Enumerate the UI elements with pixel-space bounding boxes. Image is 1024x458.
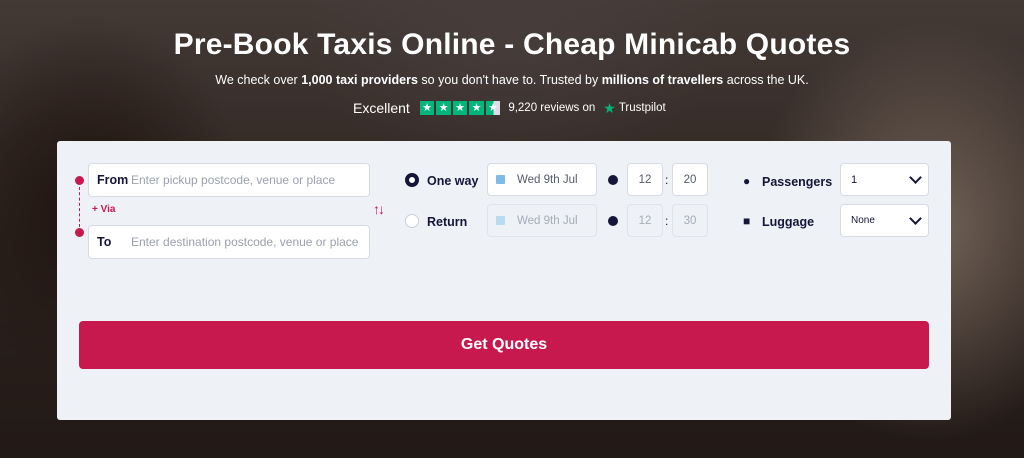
calendar-icon <box>496 216 505 225</box>
page-title: Pre-Book Taxis Online - Cheap Minicab Qu… <box>173 28 851 61</box>
time-separator: : <box>665 173 669 187</box>
to-field[interactable]: To Enter destination postcode, venue or … <box>88 225 370 259</box>
passengers-label: Passengers <box>762 175 833 189</box>
trustpilot-rating-text: Excellent <box>353 100 410 116</box>
calendar-icon <box>496 175 505 184</box>
trustpilot-brand: Trustpilot <box>618 102 666 114</box>
to-label: To <box>97 235 112 249</box>
passengers-select[interactable]: 1 <box>840 163 929 196</box>
booking-form: + Via From Enter pickup postcode, venue … <box>57 141 951 420</box>
from-field[interactable]: From Enter pickup postcode, venue or pla… <box>88 163 370 197</box>
star-icon: ★ <box>469 100 484 116</box>
trustpilot-logo: ★ Trustpilot <box>603 100 665 117</box>
return-hour-select[interactable]: 12 <box>627 204 663 237</box>
outbound-date-picker[interactable]: Wed 9th Jul <box>487 163 597 196</box>
time-separator: : <box>665 214 669 228</box>
outbound-minute-select[interactable]: 20 <box>672 163 708 196</box>
return-label[interactable]: Return <box>427 215 467 229</box>
route-line <box>79 187 80 227</box>
chevron-down-icon <box>909 170 922 184</box>
luggage-label: Luggage <box>762 215 815 229</box>
trustpilot-widget[interactable]: Excellent ★ ★ ★ ★ ★ 9,220 reviews on ★ Tr… <box>353 98 666 118</box>
subtitle-text: so you don't have to. Trusted by <box>417 73 602 87</box>
subtitle-bold-travellers: millions of travellers <box>601 73 724 87</box>
outbound-date-value: Wed 9th Jul <box>517 173 578 186</box>
subtitle-text: across the UK. <box>723 73 809 87</box>
destination-dot-icon <box>75 228 84 237</box>
luggage-icon: ■ <box>743 214 751 228</box>
luggage-select[interactable]: None <box>840 204 929 237</box>
star-icon: ★ <box>452 100 468 116</box>
trustpilot-stars: ★ ★ ★ ★ ★ <box>419 100 501 116</box>
clock-icon <box>608 175 618 185</box>
swap-icon[interactable]: ↑↓ <box>373 201 385 217</box>
add-via-button[interactable]: + Via <box>92 204 115 215</box>
person-icon: ● <box>743 174 751 188</box>
subtitle-bold-providers: 1,000 taxi providers <box>301 73 418 87</box>
from-label: From <box>97 173 129 187</box>
pickup-dot-icon <box>75 176 84 185</box>
star-icon: ★ <box>436 100 451 116</box>
trustpilot-star-icon: ★ <box>603 99 616 116</box>
luggage-value: None <box>851 215 875 226</box>
from-input[interactable]: Enter pickup postcode, venue or place <box>131 173 335 187</box>
return-radio[interactable] <box>405 214 419 228</box>
outbound-hour-select[interactable]: 12 <box>627 163 663 196</box>
subtitle-text: We check over <box>215 73 302 87</box>
one-way-label[interactable]: One way <box>427 174 478 188</box>
to-input[interactable]: Enter destination postcode, venue or pla… <box>131 235 358 249</box>
trustpilot-review-count: 9,220 reviews on <box>508 102 596 114</box>
return-date-picker[interactable]: Wed 9th Jul <box>487 204 597 237</box>
hero-subtitle: We check over 1,000 taxi providers so yo… <box>0 73 1024 87</box>
return-date-value: Wed 9th Jul <box>517 214 578 227</box>
passengers-value: 1 <box>851 173 858 186</box>
get-quotes-button[interactable]: Get Quotes <box>79 321 929 369</box>
return-minute-select[interactable]: 30 <box>672 204 708 237</box>
clock-icon <box>608 216 618 226</box>
chevron-down-icon <box>909 211 922 225</box>
one-way-radio[interactable] <box>405 173 419 187</box>
half-star-icon: ★ <box>485 100 501 116</box>
star-icon: ★ <box>419 100 435 116</box>
